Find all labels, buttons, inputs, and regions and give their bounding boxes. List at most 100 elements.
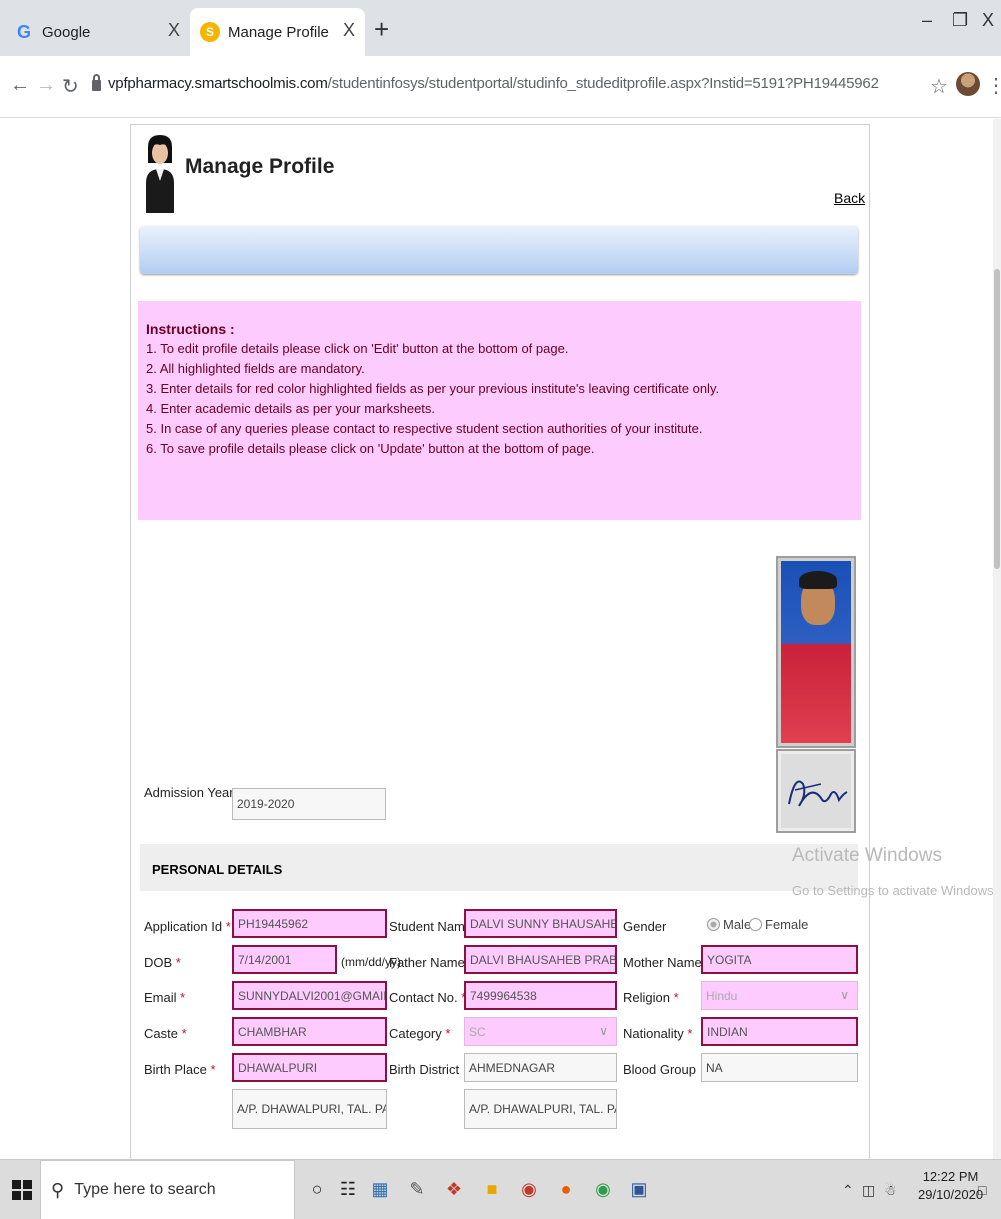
instructions-heading: Instructions : [146, 321, 235, 337]
media-app-icon[interactable]: ◉ [517, 1177, 541, 1201]
search-placeholder: Type here to search [74, 1181, 216, 1198]
clock-date: 29/10/2020 [918, 1187, 984, 1202]
minimize-icon[interactable]: – [922, 10, 932, 31]
task-view-icon[interactable]: ☷ [336, 1177, 360, 1201]
admission-year-label: Admission Year [144, 785, 234, 800]
application-id-label: Application Id * [144, 919, 231, 934]
chrome-icon[interactable]: ◉ [591, 1177, 615, 1201]
instruction-line: 1. To edit profile details please click … [146, 341, 569, 356]
firefox-icon[interactable]: ● [554, 1177, 578, 1201]
dob-label: DOB * [144, 955, 181, 970]
forward-arrow-icon[interactable]: → [36, 74, 56, 97]
cortana-icon[interactable]: ○ [305, 1177, 329, 1201]
menu-kebab-icon[interactable]: ⋮ [986, 73, 1001, 98]
browser-tab-strip: G Google X S Manage Profile X + – ❐ X [0, 0, 1001, 56]
mother-name-label: Mother Name * [623, 955, 710, 970]
site-favicon-icon: S [200, 22, 220, 42]
personal-details-heading: PERSONAL DETAILS [140, 844, 858, 891]
birth-district-label: Birth District [389, 1062, 460, 1077]
birth-district-field[interactable]: AHMEDNAGAR [464, 1053, 617, 1082]
radio-dot [749, 918, 762, 931]
gender-female-radio[interactable]: Female [749, 917, 808, 932]
religion-select[interactable]: Hindu [701, 981, 858, 1010]
volume-icon[interactable]: ☃ [884, 1182, 897, 1199]
student-signature [776, 749, 856, 833]
system-clock[interactable]: 12:22 PM 29/10/2020 [918, 1168, 983, 1204]
instruction-line: 2. All highlighted fields are mandatory. [146, 361, 365, 376]
url-path: /studentinfosys/studentportal/studinfo_s… [327, 75, 879, 92]
network-icon[interactable]: ◫ [862, 1182, 875, 1199]
dob-field[interactable]: 7/14/2001 [232, 945, 337, 974]
url-field[interactable]: vpfpharmacy.smartschoolmis.com/studentin… [108, 75, 879, 92]
activate-windows-subtitle: Go to Settings to activate Windows. [792, 883, 998, 898]
url-host: vpfpharmacy.smartschoolmis.com [108, 75, 328, 92]
instruction-line: 6. To save profile details please click … [146, 441, 595, 456]
father-name-field[interactable]: DALVI BHAUSAHEB PRABHAKAR [464, 945, 617, 974]
caste-label: Caste * [144, 1026, 187, 1041]
word-icon[interactable]: ▣ [627, 1177, 651, 1201]
father-name-label: Father Name * [389, 955, 474, 970]
gender-label: Gender [623, 919, 667, 934]
correspondence-address-field[interactable]: A/P. DHAWALPURI, TAL. PARNER [464, 1089, 617, 1129]
instruction-line: 5. In case of any queries please contact… [146, 421, 703, 436]
profile-avatar[interactable] [956, 72, 980, 96]
permanent-address-field[interactable]: A/P. DHAWALPURI, TAL. PARNER [232, 1089, 387, 1129]
paint-icon[interactable]: ✎ [405, 1177, 429, 1201]
address-bar: ← → ↻ vpfpharmacy.smartschoolmis.com/stu… [0, 56, 1001, 118]
email-field[interactable]: SUNNYDALVI2001@GMAIL.COM [232, 981, 387, 1010]
radio-dot [707, 918, 720, 931]
notification-icon[interactable]: □ [978, 1182, 986, 1198]
caste-field[interactable]: CHAMBHAR [232, 1017, 387, 1046]
tab-title: Manage Profile [228, 23, 329, 41]
page-title: Manage Profile [185, 155, 335, 178]
new-tab-icon[interactable]: + [374, 14, 389, 45]
tool-app-icon[interactable]: ❖ [442, 1177, 466, 1201]
tab-google[interactable]: G Google X [0, 8, 190, 56]
header-bar [140, 226, 858, 274]
nationality-field[interactable]: INDIAN [701, 1017, 858, 1046]
instruction-line: 3. Enter details for red color highlight… [146, 381, 720, 396]
close-tab-icon[interactable]: X [168, 20, 180, 41]
bookmark-star-icon[interactable]: ☆ [930, 74, 948, 99]
google-favicon-icon: G [16, 21, 31, 42]
windows-taskbar: ⚲ Type here to search ○ ☷ ▦ ✎ ❖ ■ ◉ ● ◉ … [0, 1159, 1001, 1219]
back-arrow-icon[interactable]: ← [10, 74, 30, 97]
windows-start-icon[interactable] [12, 1180, 32, 1200]
tray-chevron-icon[interactable]: ⌃ [842, 1182, 854, 1199]
window-close-icon[interactable]: X [982, 10, 994, 31]
clock-time: 12:22 PM [922, 1169, 979, 1184]
activate-windows-title: Activate Windows [792, 845, 942, 866]
contact-field[interactable]: 7499964538 [464, 981, 617, 1010]
email-label: Email * [144, 990, 186, 1005]
blood-group-field[interactable]: NA [701, 1053, 858, 1082]
scrollbar-thumb[interactable] [994, 269, 1000, 569]
birth-place-field[interactable]: DHAWALPURI [232, 1053, 387, 1082]
gender-male-radio[interactable]: Male [707, 917, 751, 932]
close-tab-icon[interactable]: X [343, 20, 355, 41]
instruction-line: 4. Enter academic details as per your ma… [146, 401, 436, 416]
person-icon [146, 135, 174, 213]
signature-image [788, 780, 848, 807]
admission-year-field[interactable]: 2019-2020 [232, 788, 386, 820]
page-scrollbar[interactable] [993, 119, 1001, 1159]
nationality-label: Nationality * [623, 1026, 693, 1041]
tab-manage-profile[interactable]: S Manage Profile X [190, 8, 365, 56]
page-viewport: Manage Profile Back Instructions : 1. To… [0, 119, 1001, 1159]
application-id-field[interactable]: PH19445962 [232, 909, 387, 938]
category-select[interactable]: SC [464, 1017, 617, 1046]
category-label: Category * [389, 1026, 451, 1041]
contact-label: Contact No. * [389, 990, 466, 1005]
tab-title: Google [42, 23, 91, 41]
back-link[interactable]: Back [834, 190, 865, 206]
instructions-box: Instructions : 1. To edit profile detail… [138, 301, 861, 520]
restore-icon[interactable]: ❐ [952, 10, 968, 31]
mother-name-field[interactable]: YOGITA [701, 945, 858, 974]
taskbar-search-box[interactable]: ⚲ Type here to search [40, 1160, 295, 1219]
calculator-icon[interactable]: ▦ [368, 1177, 392, 1201]
student-name-field[interactable]: DALVI SUNNY BHAUSAHEB [464, 909, 617, 938]
file-explorer-icon[interactable]: ■ [480, 1177, 504, 1201]
blood-group-label: Blood Group [623, 1062, 696, 1077]
reload-icon[interactable]: ↻ [62, 74, 79, 99]
lock-icon [92, 74, 101, 91]
religion-label: Religion * [623, 990, 679, 1005]
